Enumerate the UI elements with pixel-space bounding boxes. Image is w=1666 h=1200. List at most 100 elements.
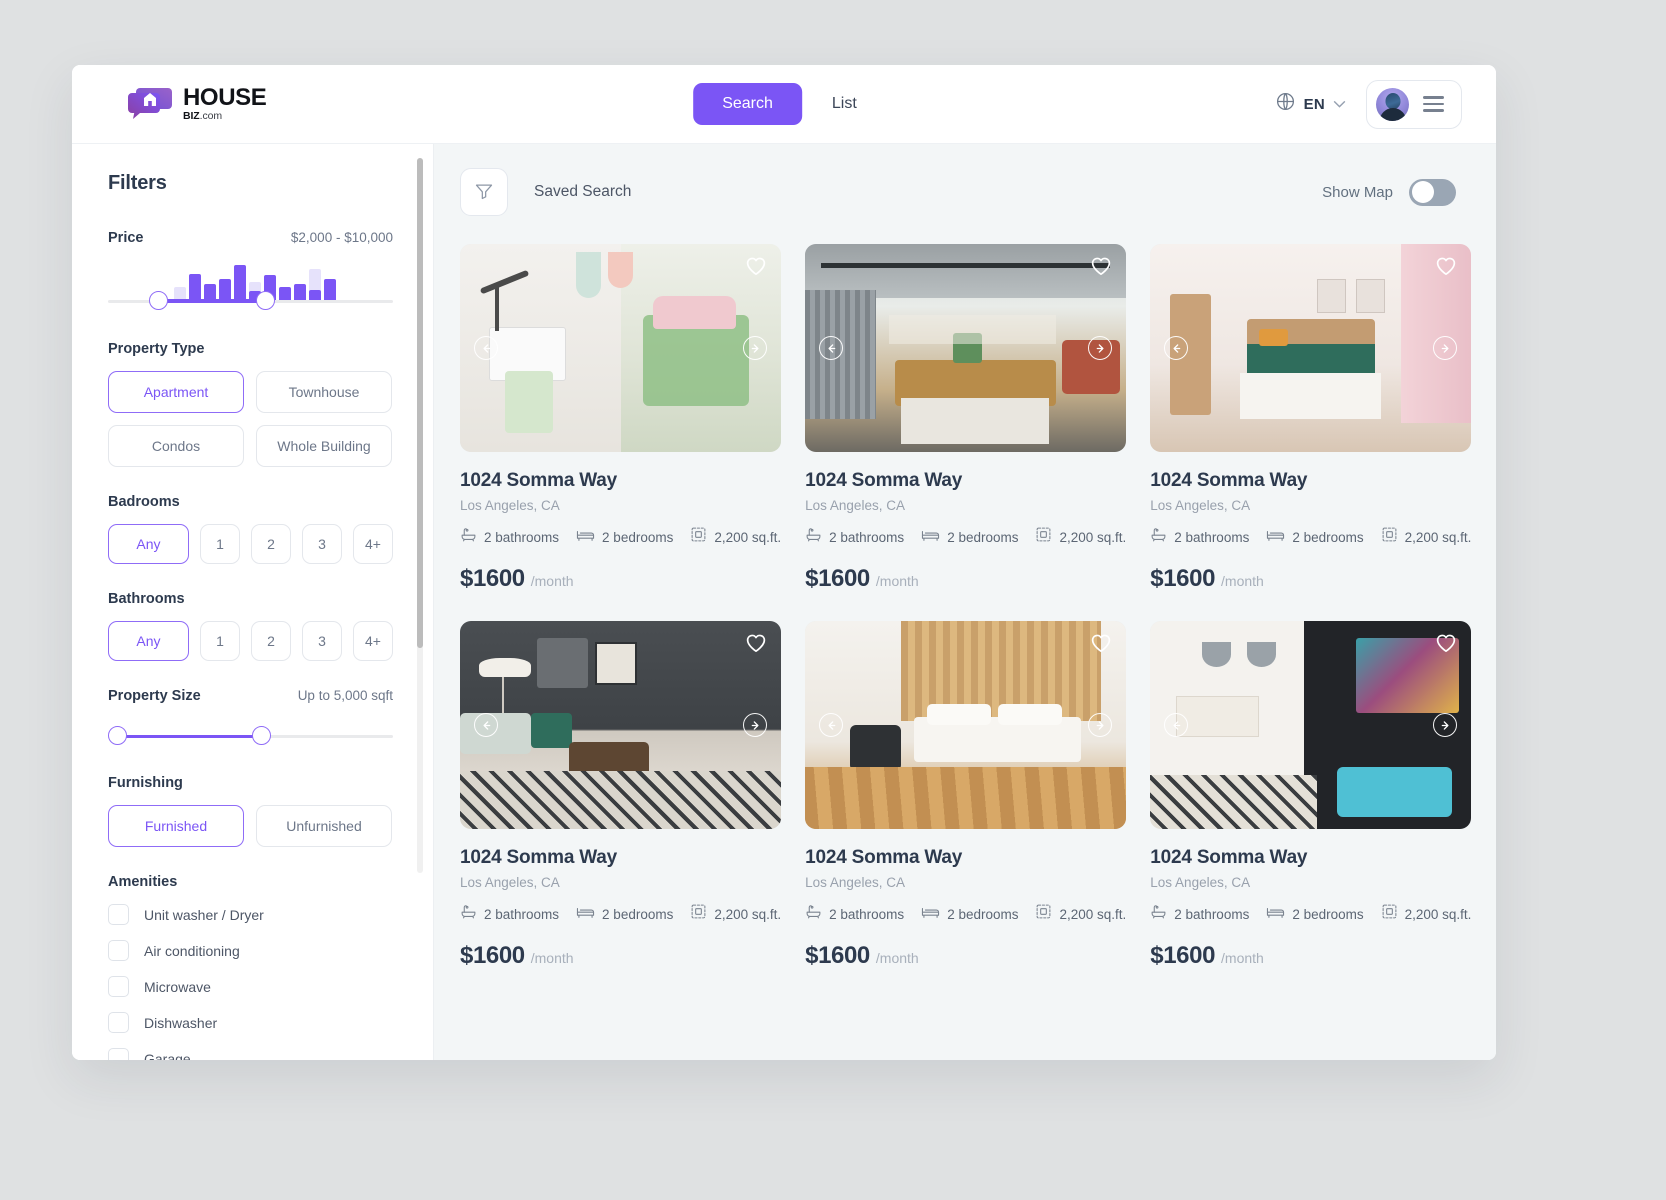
area-text: 2,200 sq.ft.: [1059, 529, 1127, 545]
filter-funnel-button[interactable]: [460, 168, 508, 216]
property-card[interactable]: 1024 Somma Way Los Angeles, CA 2 bathroo…: [1150, 621, 1472, 970]
account-menu-button[interactable]: [1366, 79, 1462, 129]
hamburger-menu-icon[interactable]: [1423, 96, 1444, 112]
checkbox[interactable]: [108, 1048, 129, 1060]
saved-search-label[interactable]: Saved Search: [534, 183, 631, 201]
property-type-label: Property Type: [108, 341, 205, 357]
property-price: $1600 /month: [1150, 565, 1471, 593]
carousel-prev-button[interactable]: [1164, 336, 1189, 360]
area-icon: [1381, 526, 1398, 548]
carousel-next-button[interactable]: [1433, 713, 1458, 737]
toggle-switch[interactable]: [1409, 178, 1456, 206]
property-photo[interactable]: [460, 244, 782, 452]
option-4plus[interactable]: 4+: [353, 621, 394, 661]
carousel-prev-button[interactable]: [474, 336, 498, 360]
carousel-prev-button[interactable]: [819, 336, 844, 360]
property-size-slider[interactable]: [108, 718, 393, 748]
carousel-prev-button[interactable]: [1164, 713, 1189, 737]
amenity-row[interactable]: Microwave: [108, 976, 393, 997]
carousel-next-button[interactable]: [1433, 336, 1458, 360]
carousel-next-button[interactable]: [1088, 713, 1113, 737]
property-card[interactable]: 1024 Somma Way Los Angeles, CA 2 bathroo…: [805, 621, 1127, 970]
spec-area: 2,200 sq.ft.: [690, 903, 781, 925]
price-amount: $1600: [460, 565, 525, 592]
carousel-next-button[interactable]: [1088, 336, 1113, 360]
spec-area: 2,200 sq.ft.: [1381, 526, 1471, 548]
option-townhouse[interactable]: Townhouse: [256, 371, 392, 413]
favorite-heart-icon[interactable]: [745, 256, 767, 281]
option-whole-building[interactable]: Whole Building: [256, 425, 392, 467]
histogram-bar: [234, 265, 246, 301]
favorite-heart-icon[interactable]: [1090, 256, 1112, 281]
property-card[interactable]: 1024 Somma Way Los Angeles, CA 2 bathroo…: [1150, 244, 1472, 593]
property-city: Los Angeles, CA: [1150, 875, 1251, 890]
checkbox[interactable]: [108, 976, 129, 997]
carousel-prev-button[interactable]: [474, 713, 498, 737]
brand-logo[interactable]: HOUSE BIZ.com: [126, 86, 267, 122]
language-selector[interactable]: EN: [1275, 91, 1346, 117]
option-unfurnished[interactable]: Unfurnished: [256, 805, 392, 847]
property-card[interactable]: 1024 Somma Way Los Angeles, CA 2 bathroo…: [460, 621, 782, 970]
favorite-heart-icon[interactable]: [745, 633, 767, 658]
amenity-row[interactable]: Unit washer / Dryer: [108, 904, 393, 925]
price-slider-handle-min[interactable]: [149, 291, 168, 310]
amenities-label: Amenities: [108, 874, 178, 890]
tab-search[interactable]: Search: [693, 83, 802, 125]
amenity-label: Microwave: [144, 978, 211, 995]
property-photo[interactable]: [805, 621, 1127, 829]
carousel-next-button[interactable]: [743, 336, 768, 360]
property-price: $1600 /month: [805, 565, 1126, 593]
property-photo[interactable]: [805, 244, 1127, 452]
sidebar-scrollbar-thumb[interactable]: [417, 158, 423, 648]
option-3[interactable]: 3: [301, 621, 342, 661]
property-card[interactable]: 1024 Somma Way Los Angeles, CA 2 bathroo…: [460, 244, 782, 593]
option-any[interactable]: Any: [108, 524, 189, 564]
bedrooms-text: 2 bedrooms: [947, 529, 1019, 545]
filters-title: Filters: [108, 172, 167, 194]
favorite-heart-icon[interactable]: [1090, 633, 1112, 658]
amenity-row[interactable]: Garage: [108, 1048, 393, 1060]
tab-list[interactable]: List: [814, 83, 875, 125]
property-city: Los Angeles, CA: [1150, 498, 1251, 513]
show-map-toggle[interactable]: Show Map: [1322, 178, 1456, 206]
property-card[interactable]: 1024 Somma Way Los Angeles, CA 2 bathroo…: [805, 244, 1127, 593]
property-photo[interactable]: [460, 621, 782, 829]
bathtub-icon: [805, 526, 822, 548]
option-2[interactable]: 2: [250, 524, 291, 564]
price-range-slider[interactable]: [108, 260, 393, 314]
price-period: /month: [875, 573, 919, 589]
option-furnished[interactable]: Furnished: [108, 805, 244, 847]
property-photo[interactable]: [1150, 244, 1472, 452]
option-1[interactable]: 1: [199, 524, 240, 564]
price-amount: $1600: [805, 565, 870, 592]
price-slider-handle-max[interactable]: [256, 291, 275, 310]
filter-section-price: Price $2,000 - $10,000: [108, 230, 393, 314]
size-slider-handle-min[interactable]: [108, 726, 127, 745]
checkbox[interactable]: [108, 1012, 129, 1033]
property-city: Los Angeles, CA: [460, 498, 560, 513]
checkbox[interactable]: [108, 904, 129, 925]
option-any[interactable]: Any: [108, 621, 189, 661]
price-amount: $1600: [1150, 942, 1216, 969]
bathtub-icon: [805, 903, 822, 925]
option-4plus[interactable]: 4+: [353, 524, 394, 564]
favorite-heart-icon[interactable]: [1435, 256, 1457, 281]
carousel-next-button[interactable]: [743, 713, 768, 737]
bedrooms-options: Any 1 2 3 4+: [108, 524, 394, 564]
amenity-row[interactable]: Dishwasher: [108, 1012, 393, 1033]
histogram-bar: [309, 269, 321, 301]
carousel-prev-button[interactable]: [819, 713, 844, 737]
option-2[interactable]: 2: [250, 621, 291, 661]
avatar: [1376, 87, 1409, 121]
option-1[interactable]: 1: [199, 621, 240, 661]
property-photo[interactable]: [1150, 621, 1472, 829]
option-apartment[interactable]: Apartment: [108, 371, 244, 413]
size-slider-handle-max[interactable]: [252, 726, 271, 745]
option-3[interactable]: 3: [301, 524, 342, 564]
filter-section-bathrooms: Bathrooms Any 1 2 3 4+: [108, 591, 394, 661]
checkbox[interactable]: [108, 940, 129, 961]
favorite-heart-icon[interactable]: [1435, 633, 1457, 658]
property-title: 1024 Somma Way: [805, 847, 963, 868]
amenity-row[interactable]: Air conditioning: [108, 940, 393, 961]
option-condos[interactable]: Condos: [108, 425, 244, 467]
